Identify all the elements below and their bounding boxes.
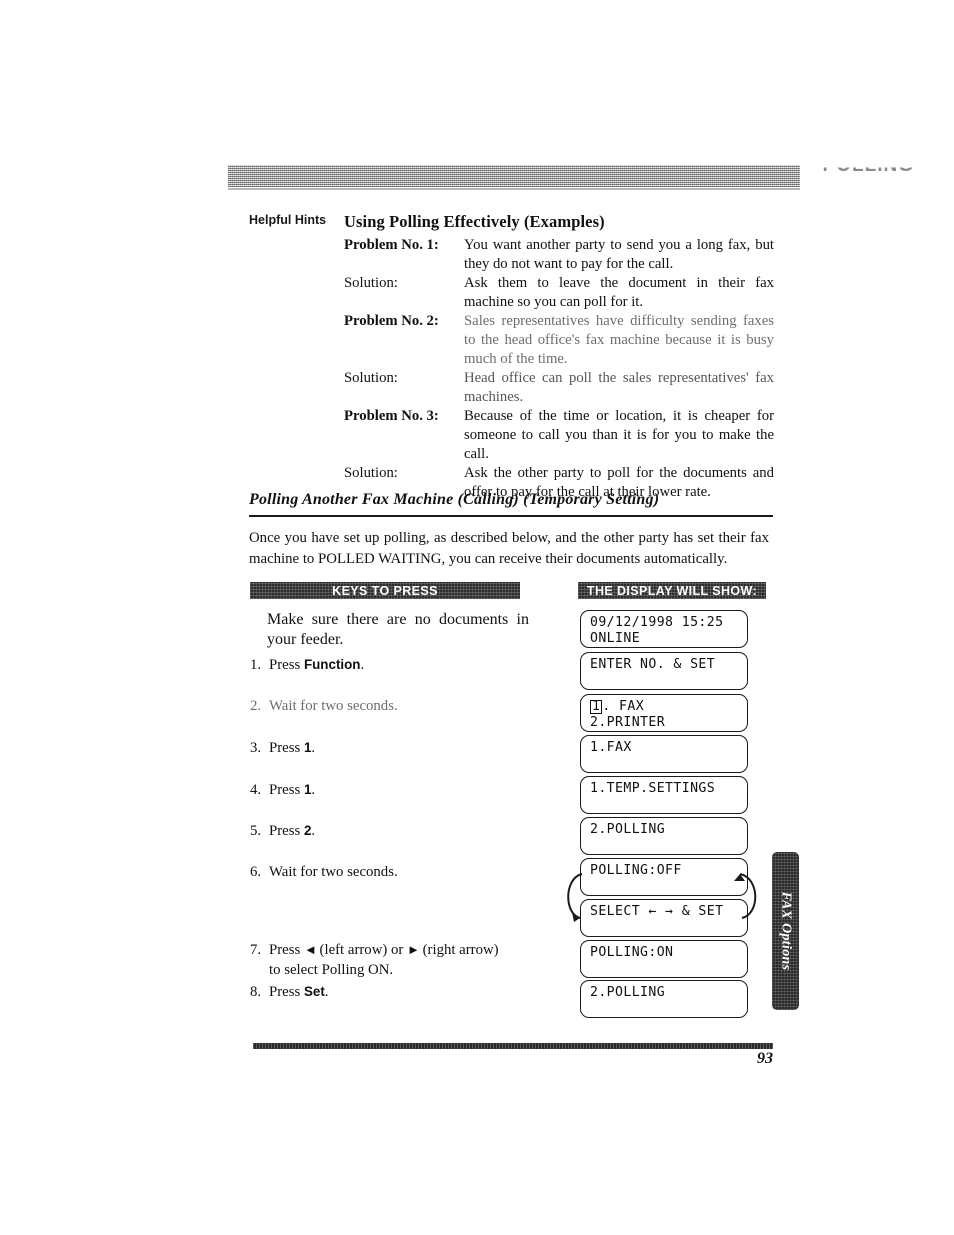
section-intro: Once you have set up polling, as describ… — [249, 530, 769, 567]
qa-text: Ask them to leave the document in their … — [464, 275, 774, 310]
lcd-display-3: 1. FAX 2.PRINTER — [580, 694, 748, 732]
step-2: 2. Wait for two seconds. — [250, 696, 540, 716]
step-number: 6. — [250, 864, 262, 880]
step-text: Press Set. — [269, 984, 329, 1000]
lcd-display-5: 1.TEMP.SETTINGS — [580, 776, 748, 814]
key-label: 2 — [303, 823, 312, 838]
step-text: Wait for two seconds. — [269, 698, 398, 714]
step-number: 7. — [250, 942, 262, 958]
key-label: 1 — [303, 782, 312, 797]
qa-text: Head office can poll the sales represent… — [464, 370, 774, 405]
keys-to-press-header: KEYS TO PRESS — [250, 582, 520, 599]
problem-solution-table: Problem No. 1: You want another party to … — [344, 236, 774, 502]
display-will-show-header: THE DISPLAY WILL SHOW: — [578, 582, 766, 599]
lcd-line-1: 1. FAX — [590, 699, 645, 714]
step7-right-label: (right arrow) — [418, 942, 499, 958]
key-label: 1 — [303, 740, 312, 755]
lcd-line-1: 2.POLLING — [590, 822, 666, 837]
lcd-line-1: 2.POLLING — [590, 985, 666, 1000]
step7-line2: to select Polling ON. — [269, 962, 394, 978]
step-1: 1. Press Function. — [250, 655, 540, 675]
step-text: Press Function. — [269, 657, 365, 673]
qa-label: Solution: — [344, 275, 398, 292]
lcd-display-4: 1.FAX — [580, 735, 748, 773]
lcd-line-1: 1.TEMP.SETTINGS — [590, 781, 716, 796]
qa-label: Problem No. 2: — [344, 313, 439, 330]
page-number: 93 — [757, 1050, 773, 1067]
step-number: 3. — [250, 740, 262, 756]
step-number: 1. — [250, 657, 262, 673]
step7-left-label: (left arrow) or — [315, 942, 408, 958]
step-text: Wait for two seconds. — [269, 864, 398, 880]
qa-text: You want another party to send you a lon… — [464, 237, 774, 272]
helpful-hints-label: Helpful Hints — [249, 213, 327, 227]
step-7: 7. Press ◄ (left arrow) or ► (right arrow… — [250, 940, 540, 980]
footer-rule — [253, 1043, 773, 1049]
side-tab-label: FAX Options — [778, 891, 794, 971]
problem-solution-row: Problem No. 1: You want another party to … — [344, 236, 774, 274]
step-number: 8. — [250, 984, 262, 1000]
left-arrow-icon: ◄ — [303, 942, 317, 957]
step-5: 5. Press 2. — [250, 821, 540, 841]
manual-page: POLLING Helpful Hints Using Polling Effe… — [0, 0, 954, 1235]
step-3: 3. Press 1. — [250, 738, 540, 758]
step-number: 4. — [250, 782, 262, 798]
section-heading: Polling Another Fax Machine (Calling) (T… — [249, 491, 660, 508]
step-text: Press 2. — [269, 823, 316, 839]
procedure-intro: Make sure there are no documents in your… — [267, 611, 529, 648]
lcd-line-1: 1.FAX — [590, 740, 632, 755]
lcd-line-1: ENTER NO. & SET — [590, 657, 716, 672]
right-arrow-icon: ► — [407, 942, 420, 957]
step-number: 2. — [250, 698, 262, 714]
lcd-cursor: 1 — [590, 699, 603, 714]
problem-solution-row: Problem No. 3: Because of the time or loc… — [344, 407, 774, 464]
key-label: Set — [303, 984, 325, 999]
header-band — [228, 165, 800, 190]
problem-solution-row: Problem No. 2: Sales representatives have… — [344, 312, 774, 369]
lcd-display-10: 2.POLLING — [580, 980, 748, 1018]
toggle-loop-arrows — [567, 873, 757, 922]
step-number: 5. — [250, 823, 262, 839]
section-rule — [249, 515, 773, 517]
key-label: Function — [303, 657, 361, 672]
running-head: POLLING — [822, 155, 914, 176]
step-8: 8. Press Set. — [250, 982, 540, 1002]
lcd-display-2: ENTER NO. & SET — [580, 652, 748, 690]
step-4: 4. Press 1. — [250, 780, 540, 800]
qa-text: Sales representatives have difficulty se… — [464, 313, 774, 367]
lcd-line-2: 2.PRINTER — [590, 714, 666, 730]
qa-text: Because of the time or location, it is c… — [464, 408, 774, 462]
problem-solution-row: Solution: Ask them to leave the document … — [344, 274, 774, 312]
problem-solution-row: Solution: Head office can poll the sales … — [344, 369, 774, 407]
qa-label: Solution: — [344, 370, 398, 387]
lcd-display-6: 2.POLLING — [580, 817, 748, 855]
qa-label: Problem No. 3: — [344, 408, 439, 425]
step-text: Press 1. — [269, 740, 316, 756]
lcd-line-1: 09/12/1998 15:25 — [590, 615, 724, 630]
side-tab-fax-options: FAX Options — [772, 852, 799, 1010]
lcd-display-1: 09/12/1998 15:25 ONLINE — [580, 610, 748, 648]
step-6: 6. Wait for two seconds. — [250, 862, 540, 882]
qa-label: Problem No. 1: — [344, 237, 439, 253]
step-text: Press 1. — [269, 782, 316, 798]
step7-press: Press — [269, 942, 304, 958]
hints-title: Using Polling Effectively (Examples) — [344, 212, 605, 231]
lcd-line-2: ONLINE — [590, 630, 641, 646]
step-text: Press ◄ (left arrow) or ► (right arrow) t… — [269, 940, 540, 980]
